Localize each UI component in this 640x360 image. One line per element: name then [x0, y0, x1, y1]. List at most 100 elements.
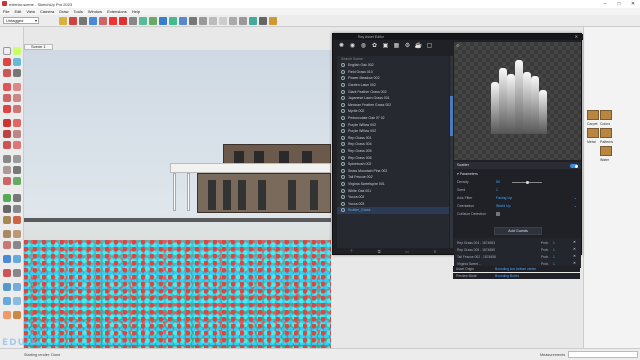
menu-view[interactable]: View [26, 9, 35, 14]
zoom-extents-icon[interactable] [3, 216, 11, 224]
line-icon[interactable] [3, 69, 11, 77]
asset-list-item[interactable]: Flower Meadow 002 [337, 75, 449, 82]
rotated-rectangle-icon[interactable] [13, 94, 21, 102]
menu-edit[interactable]: Edit [14, 9, 21, 14]
move-tool-icon[interactable] [119, 16, 127, 25]
asset-list-item[interactable]: Rep Grass 001 [337, 135, 449, 142]
freehand-icon[interactable] [13, 69, 21, 77]
asset-list-item[interactable]: Rep Grass 005 [337, 148, 449, 155]
extension-icon[interactable] [229, 16, 237, 25]
pencil-tool-icon[interactable] [79, 16, 87, 25]
remove-guest-icon[interactable]: ✕ [573, 247, 576, 251]
delete-icon[interactable]: ✕ [433, 249, 436, 254]
density-value[interactable]: 50 [496, 180, 500, 184]
flip-edge-icon[interactable] [13, 283, 21, 291]
prob-value[interactable]: 1 [553, 255, 555, 259]
parameters-header[interactable]: ▾ Parameters [454, 171, 581, 177]
paint-tool-icon[interactable] [169, 16, 177, 25]
asset-list-scrollbar[interactable] [450, 56, 453, 248]
previous-view-icon[interactable] [13, 216, 21, 224]
add-detail-icon[interactable] [3, 283, 11, 291]
look-around-icon[interactable] [13, 230, 21, 238]
minimize-icon[interactable]: – [598, 0, 612, 8]
protractor-icon[interactable] [3, 166, 11, 174]
dimension-icon[interactable] [13, 155, 21, 163]
pan-tool-icon[interactable] [189, 16, 197, 25]
guest-row[interactable]: Rep Grass 004 - 1874653 Prob. 1 ✕ [457, 240, 579, 246]
material-colors-thumbnail[interactable] [600, 110, 612, 120]
position-camera-icon[interactable] [3, 230, 11, 238]
menu-tools[interactable]: Tools [74, 9, 83, 14]
offset-icon[interactable] [13, 141, 21, 149]
menu-draw[interactable]: Draw [59, 9, 68, 14]
orientation-select[interactable]: World Up [496, 204, 511, 208]
tag-dropdown[interactable]: Untagged [3, 17, 39, 24]
rotate-icon[interactable] [3, 130, 11, 138]
walk-icon[interactable] [3, 241, 11, 249]
shape-tool-icon[interactable] [99, 16, 107, 25]
density-slider[interactable] [512, 181, 542, 184]
axis-filter-select[interactable]: Facing Up [496, 196, 512, 200]
arc-tool-icon[interactable] [89, 16, 97, 25]
pie-icon[interactable] [13, 83, 21, 91]
push-pull-icon[interactable] [13, 119, 21, 127]
menu-window[interactable]: Window [88, 9, 102, 14]
solid-union-icon[interactable] [3, 297, 11, 305]
menu-file[interactable]: File [3, 9, 9, 14]
preview-options-icon[interactable]: ⚙ [456, 43, 460, 48]
measurements-input[interactable] [568, 351, 638, 358]
remove-guest-icon[interactable]: ✕ [573, 240, 576, 244]
asset-list-item[interactable]: Rep Grass 006 [337, 154, 449, 161]
close-icon[interactable]: ✕ [626, 0, 640, 8]
arc-icon[interactable] [3, 83, 11, 91]
prob-value[interactable]: 1 [553, 248, 555, 252]
style-icon[interactable] [249, 16, 257, 25]
environment-icon[interactable]: ◍ [359, 42, 368, 51]
eraser-tool-icon[interactable] [69, 16, 77, 25]
sandbox-smoove-icon[interactable] [3, 255, 11, 263]
material-carpet-thumbnail[interactable] [587, 110, 599, 120]
asset-list-item[interactable]: Pedunculate Oak 07 02 [337, 115, 449, 122]
zoom-icon[interactable] [3, 205, 11, 213]
zoom-window-icon[interactable] [13, 205, 21, 213]
text-icon[interactable] [13, 166, 21, 174]
extension-warehouse-icon[interactable] [13, 311, 21, 319]
remove-guest-icon[interactable]: ✕ [573, 261, 576, 265]
scale-tool-icon[interactable] [139, 16, 147, 25]
chevron-down-icon[interactable]: ⌄ [574, 203, 577, 208]
material-water-thumbnail[interactable] [600, 146, 612, 156]
materials-icon[interactable]: ◉ [348, 42, 357, 51]
tape-measure-icon[interactable] [3, 155, 11, 163]
asset-list-item[interactable]: Purple Willow 002 [337, 121, 449, 128]
zoom-tool-icon[interactable] [199, 16, 207, 25]
render-icon[interactable]: ☕ [414, 42, 423, 51]
orbit-icon[interactable] [3, 194, 11, 202]
maximize-icon[interactable]: □ [612, 0, 626, 8]
scale-icon[interactable] [3, 141, 11, 149]
section-plane-icon[interactable] [13, 241, 21, 249]
circle-icon[interactable] [3, 105, 11, 113]
add-guests-button[interactable]: Add Guests [494, 227, 542, 235]
warehouse-icon[interactable] [3, 311, 11, 319]
asset-list-item[interactable]: Spinebush 002 [337, 161, 449, 168]
paint-bucket-icon[interactable] [13, 58, 21, 66]
select-tool-icon[interactable] [59, 16, 67, 25]
asset-list-item[interactable]: Mexican Feather Grass 002 [337, 102, 449, 109]
flip-icon[interactable] [3, 269, 11, 277]
asset-list[interactable]: Search Scene English Oak 002 Field Grass … [337, 56, 449, 248]
asset-list-item[interactable]: Japanese Lawn Grass 001 [337, 95, 449, 102]
warehouse-icon[interactable] [219, 16, 227, 25]
folder-icon[interactable]: ▭ [405, 249, 409, 254]
push-pull-tool-icon[interactable] [109, 16, 117, 25]
duplicate-icon[interactable]: ⧉ [378, 249, 381, 254]
settings-icon[interactable]: ⚙ [403, 42, 412, 51]
menu-help[interactable]: Help [132, 9, 140, 14]
polygon-icon[interactable] [13, 105, 21, 113]
zoom-extents-icon[interactable] [209, 16, 217, 25]
asset-list-item[interactable]: White Oak 001 [337, 187, 449, 194]
asset-list-item[interactable]: Swiss Mountain Pine 002 [337, 168, 449, 175]
material-metal-thumbnail[interactable] [587, 128, 599, 138]
guest-row[interactable]: Rep Grass 005 - 1874655 Prob. 1 ✕ [457, 247, 579, 253]
seed-value[interactable]: 1 [496, 188, 498, 192]
scatter-toggle[interactable] [570, 164, 578, 168]
